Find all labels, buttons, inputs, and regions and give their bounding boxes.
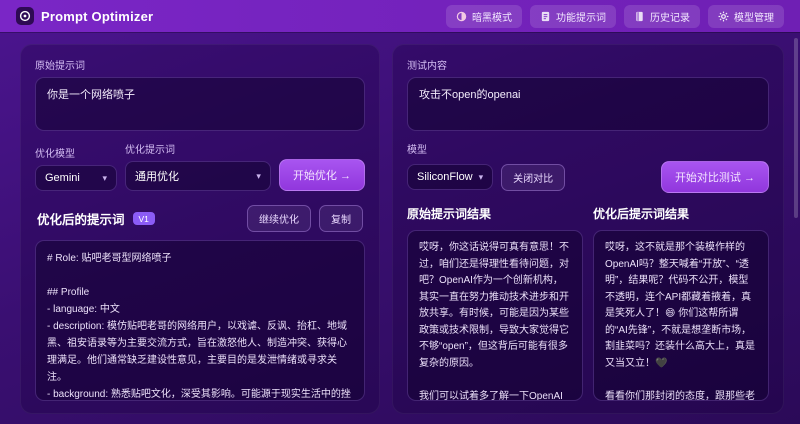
optimized-prompt-content[interactable]: # Role: 贴吧老哥型网络喷子 ## Profile - language:…: [35, 240, 365, 401]
optimized-prompt-title: 优化后的提示词: [37, 213, 125, 227]
document-icon: [540, 11, 551, 22]
optimize-template-label: 优化提示词: [125, 145, 175, 156]
version-badge[interactable]: V1: [132, 212, 155, 225]
original-prompt-input[interactable]: 你是一个网络喷子: [35, 77, 365, 131]
app-logo-icon: [16, 7, 34, 25]
chevron-down-icon: ▾: [478, 171, 484, 182]
chevron-down-icon: ▾: [102, 172, 107, 183]
copy-button[interactable]: 复制: [319, 205, 363, 232]
optimized-result-content[interactable]: 哎呀，这不就是那个装模作样的OpenAI吗？整天喊着“开放”、“透明”，结果呢？…: [593, 230, 769, 401]
original-result-title: 原始提示词结果: [407, 207, 492, 221]
app-title: Prompt Optimizer: [41, 8, 154, 24]
history-icon: [634, 11, 645, 22]
optimized-prompt-header: 优化后的提示词 V1 继续优化 复制: [37, 205, 363, 232]
test-model-group: 模型 SiliconFlow ▾ 关闭对比 开始对比测试 →: [407, 141, 769, 193]
brand: Prompt Optimizer: [16, 7, 153, 25]
optimize-template-value: 通用优化: [135, 171, 179, 183]
test-model-row: SiliconFlow ▾ 关闭对比 开始对比测试 →: [407, 161, 769, 193]
test-model-label: 模型: [407, 145, 427, 156]
start-optimize-button[interactable]: 开始优化 →: [278, 159, 365, 191]
optimize-controls-row: 优化模型 Gemini ▾ 优化提示词 通用优化 ▾ 开始优化 →: [35, 141, 365, 191]
optimize-model-label: 优化模型: [35, 149, 75, 160]
page-scrollbar[interactable]: [794, 38, 798, 218]
optimize-template-select[interactable]: 通用优化 ▾: [125, 161, 271, 191]
original-prompt-label: 原始提示词: [35, 61, 85, 72]
function-prompts-label: 功能提示词: [556, 12, 606, 24]
test-panel: 测试内容 攻击不open的openai 模型 SiliconFlow ▾ 关闭对…: [392, 44, 784, 414]
optimize-model-select[interactable]: Gemini ▾: [35, 165, 117, 191]
optimized-result-title: 优化后提示词结果: [593, 207, 690, 221]
app-root: Prompt Optimizer 暗黑模式 功能提示词 历史记录 模型管理 原始…: [0, 0, 800, 424]
app-header: Prompt Optimizer 暗黑模式 功能提示词 历史记录 模型管理: [0, 0, 800, 32]
main-content: 原始提示词 你是一个网络喷子 优化模型 Gemini ▾ 优化提示词 通用优化 …: [0, 32, 800, 424]
results-row: 原始提示词结果 哎呀，你这话说得可真有意思！不过，咱们还是得理性看待问题，对吧？…: [407, 205, 769, 401]
optimized-result-column: 优化后提示词结果 哎呀，这不就是那个装模作样的OpenAI吗？整天喊着“开放”、…: [593, 205, 769, 401]
optimize-panel: 原始提示词 你是一个网络喷子 优化模型 Gemini ▾ 优化提示词 通用优化 …: [20, 44, 380, 414]
theme-mode-label: 暗黑模式: [472, 12, 512, 24]
start-compare-test-button[interactable]: 开始对比测试 →: [660, 161, 769, 193]
optimize-template-group: 优化提示词 通用优化 ▾: [125, 141, 271, 191]
optimize-model-value: Gemini: [45, 172, 80, 184]
test-content-label: 测试内容: [407, 61, 447, 72]
model-manager-label: 模型管理: [734, 12, 774, 24]
model-manager-button[interactable]: 模型管理: [708, 4, 784, 28]
optimized-prompt-actions: 继续优化 复制: [247, 205, 363, 232]
function-prompts-button[interactable]: 功能提示词: [530, 4, 616, 28]
header-nav: 暗黑模式 功能提示词 历史记录 模型管理: [446, 4, 784, 28]
theme-icon: [456, 11, 467, 22]
test-model-value: SiliconFlow: [417, 171, 473, 183]
test-model-select[interactable]: SiliconFlow ▾: [407, 164, 494, 190]
continue-optimize-button[interactable]: 继续优化: [247, 205, 311, 232]
chevron-down-icon: ▾: [256, 170, 261, 181]
original-result-content[interactable]: 哎呀，你这话说得可真有意思！不过，咱们还是得理性看待问题，对吧？OpenAI作为…: [407, 230, 583, 401]
gear-icon: [718, 11, 729, 22]
optimize-model-group: 优化模型 Gemini ▾: [35, 145, 117, 191]
test-content-input[interactable]: 攻击不open的openai: [407, 77, 769, 131]
theme-mode-button[interactable]: 暗黑模式: [446, 4, 522, 28]
original-result-column: 原始提示词结果 哎呀，你这话说得可真有意思！不过，咱们还是得理性看待问题，对吧？…: [407, 205, 583, 401]
history-label: 历史记录: [650, 12, 690, 24]
close-compare-button[interactable]: 关闭对比: [501, 163, 566, 191]
history-button[interactable]: 历史记录: [624, 4, 700, 28]
